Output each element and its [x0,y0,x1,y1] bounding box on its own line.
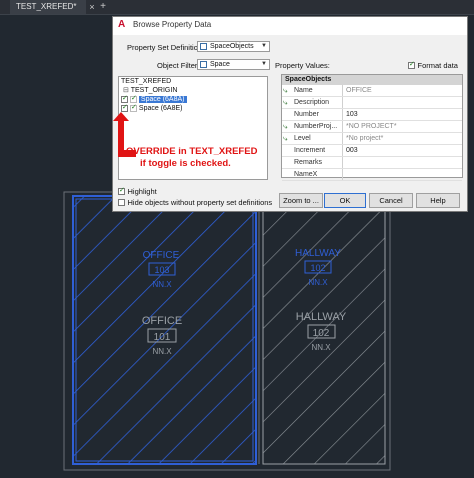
dialog-title: Browse Property Data [133,20,212,29]
chevron-down-icon: ▼ [261,43,267,49]
right-overlay-area: NN.X [308,278,328,287]
help-button[interactable]: Help [416,193,460,208]
office-space [72,195,257,465]
grid-row-level[interactable]: ⤷ Level *No project* [282,133,462,145]
tree-origin[interactable]: ⊟ TEST_ORIGIN [119,86,267,95]
highlight-toggle[interactable]: Highlight [118,186,157,196]
ok-button[interactable]: OK [324,193,366,208]
right-overlay-number: 102 [310,263,325,273]
space-style-icon [200,61,207,68]
link-property-icon: ⤷ [283,86,288,95]
left-overlay-number: 103 [154,265,169,275]
left-overlay-name: OFFICE [143,250,180,261]
autocad-logo-icon: A [118,19,126,30]
tree-root[interactable]: TEST_XREFED [119,77,267,86]
grid-row-increment[interactable]: Increment 003 [282,145,462,157]
right-room-area: NN.X [311,343,331,352]
object-filter-select[interactable]: Space ▼ [197,59,270,70]
dialog-titlebar[interactable]: A Browse Property Data [113,17,467,35]
highlight-checkbox[interactable] [121,103,128,112]
hide-objects-toggle[interactable]: Hide objects without property set defini… [118,197,272,207]
space-style-icon [200,43,207,50]
grid-row-remarks[interactable]: Remarks [282,157,462,169]
tree-item-space-6a8e[interactable]: Space (6A8E) [119,103,267,113]
link-property-icon: ⤷ [283,98,288,107]
cancel-button[interactable]: Cancel [369,193,413,208]
link-property-icon: ⤷ [283,122,288,131]
grid-row-number[interactable]: Number 103 [282,109,462,121]
override-checkbox[interactable] [129,94,137,103]
left-room-area: NN.X [152,347,172,356]
right-room-name: HALLWAY [296,311,347,323]
property-set-definitions-select[interactable]: SpaceObjects ▼ [197,41,270,52]
browse-property-data-dialog: A Browse Property Data Property Set Defi… [112,16,468,212]
property-set-definitions-label: Property Set Definitions: [127,43,208,52]
highlight-option-checkbox[interactable] [118,186,125,196]
left-room-name: OFFICE [142,315,182,327]
chevron-down-icon: ▼ [261,61,267,67]
property-values-label: Property Values: [275,61,330,70]
annotation-line-2: if toggle is checked. [140,158,231,169]
format-data-toggle[interactable]: Format data [408,60,458,70]
hide-objects-checkbox[interactable] [118,199,125,207]
zoom-to-button[interactable]: Zoom to ... [279,193,323,208]
format-data-checkbox[interactable] [408,60,415,70]
tree-item-space-6a8a[interactable]: Space (6A8A) [119,94,267,104]
right-room-number: 102 [313,328,330,339]
right-overlay-name: HALLWAY [295,248,341,259]
grid-row-namex[interactable]: NameX [282,169,462,181]
left-overlay-area: NN.X [152,280,172,289]
property-values-grid[interactable]: SpaceObjects ⤷ Name OFFICE ⤷ Description Nu… [281,74,463,181]
grid-row-name[interactable]: ⤷ Name OFFICE [282,85,462,97]
grid-group-header: SpaceObjects [282,75,462,85]
grid-row-description[interactable]: ⤷ Description [282,97,462,109]
left-room-number: 101 [154,332,171,343]
grid-row-numberproject[interactable]: ⤷ NumberProj... *NO PROJECT* [282,121,462,133]
object-filter-label: Object Filter: [157,61,200,70]
annotation-line-1: OVERRIDE in TEXT_XREFED [126,146,258,157]
override-checkbox[interactable] [129,103,137,112]
link-property-icon: ⤷ [283,134,288,143]
highlight-checkbox[interactable] [121,94,128,103]
